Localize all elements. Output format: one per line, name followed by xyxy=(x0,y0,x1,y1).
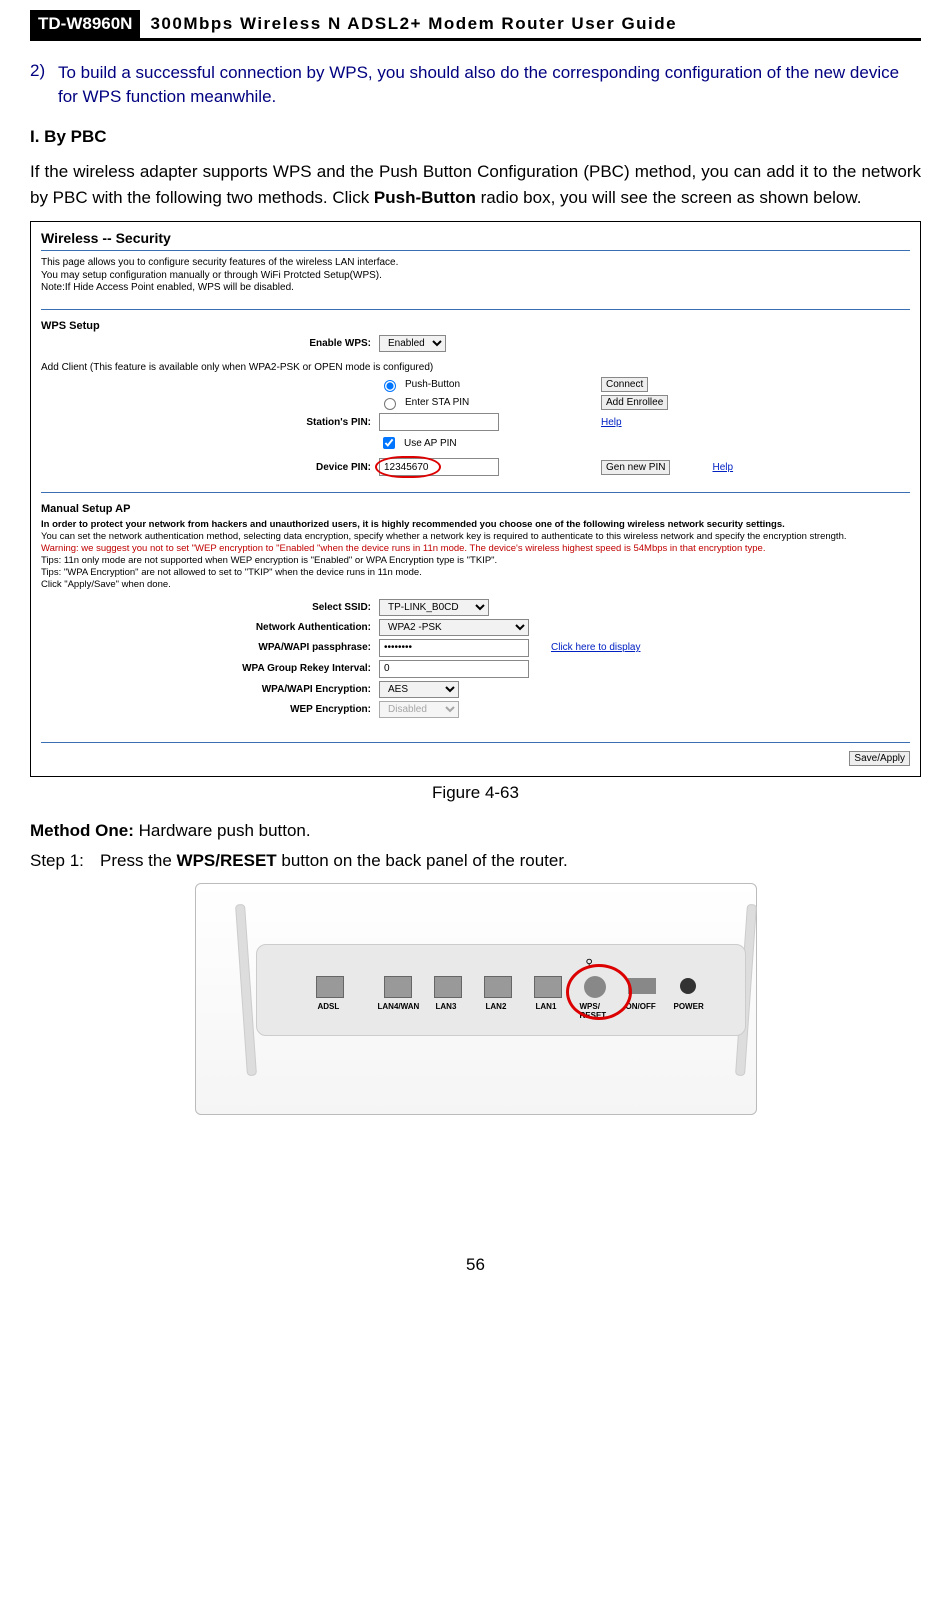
lan4-port-icon xyxy=(384,976,412,998)
save-apply-button[interactable]: Save/Apply xyxy=(849,751,910,766)
model-badge: TD-W8960N xyxy=(30,10,140,38)
rekey-input[interactable] xyxy=(379,660,529,678)
device-pin-label: Device PIN: xyxy=(41,462,379,473)
adsl-label: ADSL xyxy=(318,1002,340,1011)
list-number: 2) xyxy=(30,61,58,109)
router-illustration: ADSL LAN4/WAN LAN3 LAN2 LAN1 ⚲ WPS/ RESE… xyxy=(195,883,757,1115)
click-display-link[interactable]: Click here to display xyxy=(551,642,640,653)
ss-intro1: This page allows you to configure securi… xyxy=(41,257,910,270)
tip-l4: Tips: 11n only mode are not supported wh… xyxy=(41,555,910,567)
enter-sta-pin-label: Enter STA PIN xyxy=(405,397,469,408)
passphrase-input[interactable] xyxy=(379,639,529,657)
lan2-label: LAN2 xyxy=(486,1002,507,1011)
stations-pin-input[interactable] xyxy=(379,413,499,431)
lan1-port-icon xyxy=(534,976,562,998)
guide-title: 300Mbps Wireless N ADSL2+ Modem Router U… xyxy=(140,14,677,34)
onoff-label: ON/OFF xyxy=(626,1002,656,1011)
wep-enc-select[interactable]: Disabled xyxy=(379,701,459,718)
list-item-2: 2) To build a successful connection by W… xyxy=(30,61,921,109)
use-ap-pin-label: Use AP PIN xyxy=(404,438,457,449)
device-pin-input[interactable] xyxy=(379,458,499,476)
lan2-port-icon xyxy=(484,976,512,998)
tip-l5: Tips: "WPA Encryption" are not allowed t… xyxy=(41,567,910,579)
connect-button[interactable]: Connect xyxy=(601,377,648,392)
lan1-label: LAN1 xyxy=(536,1002,557,1011)
power-label: POWER xyxy=(674,1002,704,1011)
lan3-port-icon xyxy=(434,976,462,998)
antenna-left-icon xyxy=(235,903,257,1075)
tip-l2: You can set the network authentication m… xyxy=(41,531,910,543)
pbc-intro-bold: Push-Button xyxy=(374,188,476,207)
rekey-label: WPA Group Rekey Interval: xyxy=(41,663,379,674)
highlight-ellipse-icon xyxy=(566,964,632,1020)
step-1-a: Press the xyxy=(100,851,177,870)
pbc-intro: If the wireless adapter supports WPS and… xyxy=(30,159,921,212)
enter-sta-pin-radio[interactable] xyxy=(384,398,396,410)
push-button-label: Push-Button xyxy=(405,379,460,390)
tip-l6: Click "Apply/Save" when done. xyxy=(41,579,910,591)
section-heading-pbc: I. By PBC xyxy=(30,127,921,147)
wep-enc-label: WEP Encryption: xyxy=(41,704,379,715)
stations-pin-label: Station's PIN: xyxy=(41,417,379,428)
security-screenshot: Wireless -- Security This page allows yo… xyxy=(30,221,921,776)
help-link-2[interactable]: Help xyxy=(712,462,733,473)
wpa-enc-label: WPA/WAPI Encryption: xyxy=(41,684,379,695)
method-one-bold: Method One: xyxy=(30,821,134,840)
use-ap-pin-checkbox[interactable] xyxy=(383,437,395,449)
tips-block: In order to protect your network from ha… xyxy=(41,519,910,590)
help-link[interactable]: Help xyxy=(601,417,622,428)
power-jack-icon xyxy=(680,978,696,994)
passphrase-label: WPA/WAPI passphrase: xyxy=(41,642,379,653)
lan3-label: LAN3 xyxy=(436,1002,457,1011)
ss-intro3: Note:If Hide Access Point enabled, WPS w… xyxy=(41,282,910,295)
step-1-label: Step 1: xyxy=(30,851,100,871)
pbc-intro-part2: radio box, you will see the screen as sh… xyxy=(476,188,862,207)
step-1-b: button on the back panel of the router. xyxy=(277,851,568,870)
add-client-note: Add Client (This feature is available on… xyxy=(41,362,910,375)
list-text: To build a successful connection by WPS,… xyxy=(58,61,921,109)
method-one-rest: Hardware push button. xyxy=(134,821,311,840)
page-header: TD-W8960N 300Mbps Wireless N ADSL2+ Mode… xyxy=(30,10,921,41)
step-1: Step 1: Press the WPS/RESET button on th… xyxy=(30,851,921,871)
net-auth-label: Network Authentication: xyxy=(41,622,379,633)
adsl-port-icon xyxy=(316,976,344,998)
select-ssid-label: Select SSID: xyxy=(41,602,379,613)
ss-intro2: You may setup configuration manually or … xyxy=(41,270,910,283)
tip-l3: Warning: we suggest you not to set "WEP … xyxy=(41,543,910,555)
wpa-enc-select[interactable]: AES xyxy=(379,681,459,698)
gen-new-pin-button[interactable]: Gen new PIN xyxy=(601,460,670,475)
enable-wps-select[interactable]: Enabled xyxy=(379,335,446,352)
onoff-switch-icon xyxy=(628,978,656,994)
method-one-line: Method One: Hardware push button. xyxy=(30,821,921,841)
figure-caption: Figure 4-63 xyxy=(30,783,921,803)
manual-setup-heading: Manual Setup AP xyxy=(41,503,910,515)
wps-setup-heading: WPS Setup xyxy=(41,320,910,332)
add-enrollee-button[interactable]: Add Enrollee xyxy=(601,395,668,410)
step-1-bold: WPS/RESET xyxy=(177,851,277,870)
page-number: 56 xyxy=(30,1255,921,1275)
push-button-radio[interactable] xyxy=(384,380,396,392)
select-ssid[interactable]: TP-LINK_B0CD xyxy=(379,599,489,616)
enable-wps-label: Enable WPS: xyxy=(41,338,379,349)
lan4-label: LAN4/WAN xyxy=(378,1002,420,1011)
net-auth-select[interactable]: WPA2 -PSK xyxy=(379,619,529,636)
ss-title: Wireless -- Security xyxy=(41,230,910,246)
tip-l1: In order to protect your network from ha… xyxy=(41,519,910,531)
